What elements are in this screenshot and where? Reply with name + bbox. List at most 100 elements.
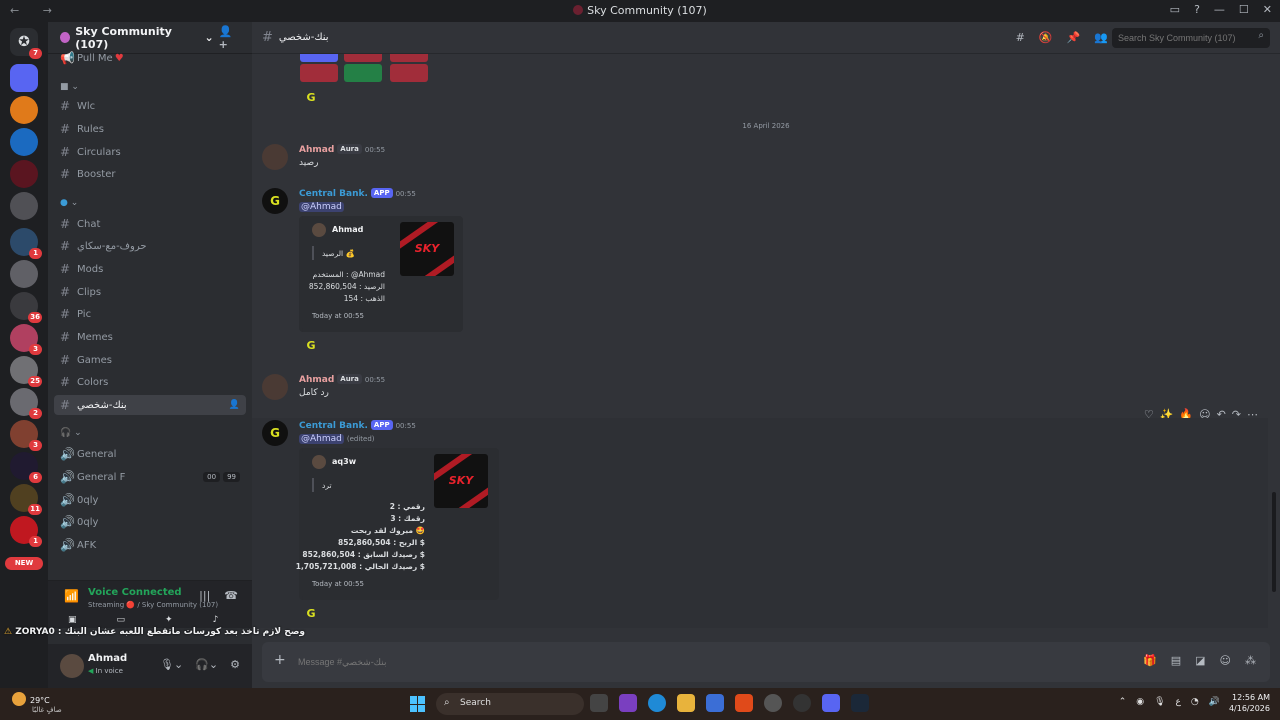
user-name[interactable]: Ahmad [88, 653, 127, 664]
search-input[interactable] [1112, 28, 1270, 48]
threads-icon[interactable]: # [1016, 31, 1025, 44]
discord-icon[interactable] [822, 694, 840, 712]
brave-icon[interactable] [735, 694, 753, 712]
server-icon[interactable]: 1 [10, 516, 42, 547]
voice-channel-oqly[interactable]: 🔊 0qly [54, 490, 246, 510]
channel-huroof[interactable]: # حروف-مع-سكاي [54, 236, 246, 256]
close-button[interactable]: ✕ [1263, 3, 1272, 16]
message-author[interactable]: Central Bank. APP 00:55 [299, 188, 416, 199]
action-button[interactable] [344, 64, 382, 82]
avatar[interactable] [262, 374, 288, 400]
voice-channel-general-f[interactable]: 🔊 General F 00 99 [54, 467, 246, 487]
clock[interactable]: 12:56 AM 4/16/2026 [1229, 692, 1270, 714]
server-icon[interactable] [10, 128, 38, 156]
disconnect-icon[interactable]: ☎ [224, 589, 238, 602]
bot-avatar[interactable]: G [262, 420, 288, 446]
message-author[interactable]: Central Bank. APP 00:55 [299, 420, 416, 431]
steam-icon[interactable] [851, 694, 869, 712]
add-member-icon[interactable]: 👤 [229, 400, 240, 410]
channel-booster[interactable]: # Booster [54, 164, 246, 184]
scrollbar[interactable] [1272, 492, 1276, 592]
category-header[interactable]: ■ ⌄ [60, 82, 79, 92]
channel-pic[interactable]: # Pic [54, 304, 246, 324]
pin-icon[interactable]: 📌 [1067, 31, 1081, 44]
microphone-icon[interactable]: 🎙⌄ [160, 658, 183, 671]
minimize-button[interactable]: — [1214, 3, 1225, 16]
store-icon[interactable] [706, 694, 724, 712]
file-explorer-icon[interactable] [677, 694, 695, 712]
channel-circulars[interactable]: # Circulars [54, 142, 246, 162]
help-icon[interactable]: ? [1194, 3, 1200, 16]
app-icon[interactable] [764, 694, 782, 712]
server-icon[interactable]: 3 [10, 324, 42, 355]
channel-rules[interactable]: # Rules [54, 119, 246, 139]
notification-bell-icon[interactable]: 🔕 [1039, 31, 1053, 44]
voice-detail[interactable]: Streaming 🔴 / Sky Community (107) [88, 601, 218, 609]
sticker-icon[interactable]: ◪ [1195, 654, 1205, 667]
channel-memes[interactable]: # Memes [54, 327, 246, 347]
chevron-up-icon[interactable]: ⌃ [1119, 697, 1127, 707]
channel-clips[interactable]: # Clips [54, 282, 246, 302]
member-list-icon[interactable]: 👥 [1094, 31, 1108, 44]
server-icon[interactable]: 3 [10, 420, 42, 451]
channel-chat[interactable]: # Chat [54, 214, 246, 234]
language-indicator[interactable]: ع [1176, 697, 1181, 707]
server-icon[interactable]: 6 [10, 452, 42, 483]
camera-icon[interactable]: ▣ [68, 615, 77, 625]
add-member-icon[interactable]: 👤+ [219, 25, 240, 51]
message-input[interactable] [298, 652, 998, 672]
app-icon[interactable] [619, 694, 637, 712]
server-icon[interactable]: 11 [10, 484, 42, 515]
taskbar-search[interactable]: ⌕ Search [436, 693, 584, 715]
voice-status[interactable]: Voice Connected [88, 587, 182, 598]
channel-games[interactable]: # Games [54, 350, 246, 370]
voice-channel-general[interactable]: 🔊 General [54, 444, 246, 464]
category-header[interactable]: 🎧 ⌄ [60, 428, 82, 438]
category-header[interactable]: ● ⌄ [60, 198, 78, 208]
action-button[interactable] [390, 54, 428, 62]
server-icon[interactable]: 2 [10, 388, 42, 419]
add-attachment-icon[interactable]: + [274, 652, 286, 668]
volume-icon[interactable]: 🔊 [1209, 697, 1220, 707]
channel-colors[interactable]: # Colors [54, 372, 246, 392]
apps-icon[interactable]: ⁂ [1245, 654, 1256, 667]
channel-mods[interactable]: # Mods [54, 259, 246, 279]
voice-channel-oqly[interactable]: 🔊 0qly [54, 512, 246, 532]
message-author[interactable]: Ahmad Aura 00:55 [299, 374, 385, 385]
soundboard-icon[interactable]: ♪ [213, 615, 219, 625]
emoji-icon[interactable]: ☺ [1220, 654, 1231, 667]
task-view-icon[interactable] [590, 694, 608, 712]
voice-channel-afk[interactable]: 🔊 AFK [54, 535, 246, 555]
gif-icon[interactable]: ▤ [1171, 654, 1181, 667]
avatar[interactable] [60, 654, 84, 678]
action-button[interactable] [390, 64, 428, 82]
avatar[interactable] [262, 144, 288, 170]
server-icon[interactable] [10, 160, 38, 188]
server-icon[interactable]: 25 [10, 356, 42, 387]
discord-home-icon[interactable]: ✪ 7 [10, 28, 42, 59]
inbox-icon[interactable]: ▭ [1170, 3, 1180, 16]
start-button[interactable] [410, 696, 426, 712]
server-icon[interactable] [10, 64, 38, 92]
noise-suppression-icon[interactable]: ||| [199, 589, 210, 602]
wifi-icon[interactable]: ◔ [1191, 697, 1199, 707]
channel-wlc[interactable]: # Wlc [54, 96, 246, 116]
message-author[interactable]: Ahmad Aura 00:55 [299, 144, 385, 155]
maximize-button[interactable]: ☐ [1239, 3, 1249, 16]
edge-icon[interactable] [648, 694, 666, 712]
action-button[interactable] [300, 64, 338, 82]
server-icon[interactable]: 1 [10, 228, 42, 259]
server-icon[interactable] [10, 96, 38, 124]
screen-share-icon[interactable]: ▭ [117, 615, 126, 625]
action-button[interactable] [300, 54, 338, 62]
bot-avatar[interactable]: G [262, 188, 288, 214]
server-icon[interactable]: 36 [10, 292, 42, 323]
tray-app-icon[interactable]: ◉ [1136, 697, 1144, 707]
activities-icon[interactable]: ✦ [165, 615, 173, 625]
channel-pull-me[interactable]: 📢 Pull Me ♥ [54, 48, 246, 68]
gift-icon[interactable]: 🎁 [1143, 654, 1157, 667]
user-mention[interactable]: @Ahmad [299, 202, 344, 212]
user-mention[interactable]: @Ahmad [299, 434, 344, 444]
server-icon[interactable] [10, 260, 38, 288]
weather-widget[interactable]: 29°C صافٍ غالبًا [12, 692, 62, 714]
